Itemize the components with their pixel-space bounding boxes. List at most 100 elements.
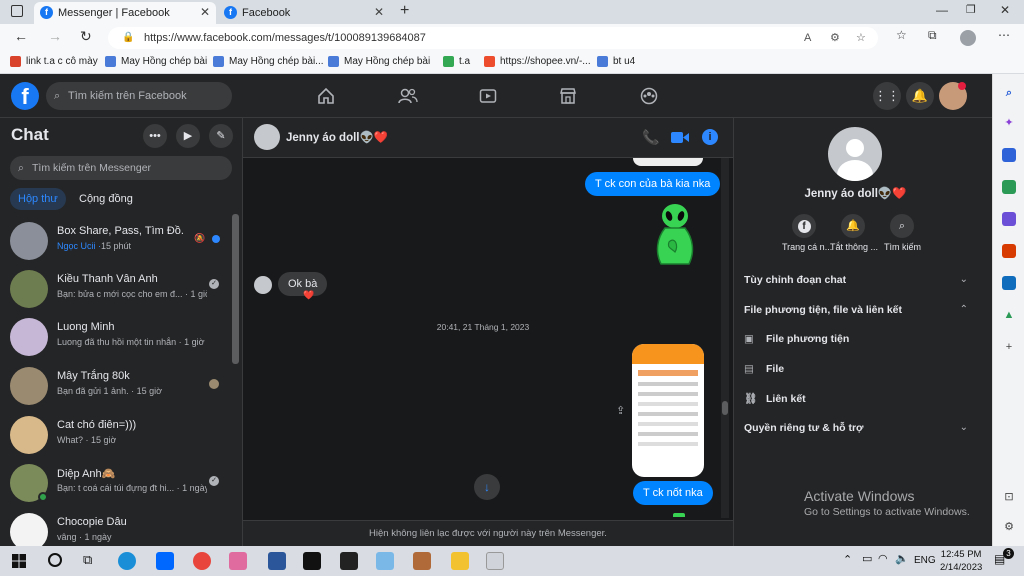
new-message-button[interactable]: ✎ <box>209 124 233 148</box>
chat-list-scrollbar[interactable] <box>232 214 239 364</box>
conversation-item[interactable]: Mây Trắng 80k Bạn đã gửi 1 ảnh. · 15 giờ <box>0 361 232 409</box>
folder-taskbar-icon[interactable] <box>451 552 469 570</box>
settings-icon[interactable]: ⚙ <box>1002 520 1016 534</box>
chevron-down-icon[interactable]: ⌄ <box>960 274 968 285</box>
shopping-icon[interactable] <box>1002 148 1016 162</box>
profile-avatar[interactable] <box>960 30 976 46</box>
games-icon[interactable] <box>1002 212 1016 226</box>
forward-arrow-icon[interactable]: → <box>48 28 62 44</box>
more-menu-icon[interactable]: ⋯ <box>998 28 1010 42</box>
tab-messenger[interactable]: f Messenger | Facebook ✕ <box>34 2 216 24</box>
media-files-links-row[interactable]: File phương tiện, file và liên kết <box>744 304 902 316</box>
tray-volume-icon[interactable]: 🔈 <box>895 552 909 565</box>
word-taskbar-icon[interactable] <box>268 552 286 570</box>
video-call-button[interactable]: ▶ <box>176 124 200 148</box>
messenger-search-input[interactable]: ⌕ Tìm kiếm trên Messenger <box>10 156 232 180</box>
chevron-up-icon[interactable]: ⌃ <box>960 304 968 315</box>
profile-avatar-large[interactable] <box>828 127 882 181</box>
clock[interactable]: 12:45 PM 2/14/2023 <box>940 549 982 573</box>
tools-icon[interactable] <box>1002 180 1016 194</box>
task-view-icon[interactable]: ⧉ <box>83 552 92 568</box>
capcut-taskbar-icon[interactable] <box>340 552 358 570</box>
scroll-down-button[interactable]: ↓ <box>474 474 500 500</box>
tiktok-taskbar-icon[interactable] <box>303 552 321 570</box>
outgoing-message[interactable]: T ck con của bà kia nka <box>585 172 721 196</box>
mute-action-button[interactable]: 🔔 <box>841 214 865 238</box>
menu-grid-button[interactable]: ⋮⋮ <box>873 82 901 110</box>
tree-icon[interactable]: ▲ <box>1002 308 1016 322</box>
outlook-icon[interactable] <box>1002 276 1016 290</box>
outgoing-message[interactable]: T ck nốt nka <box>633 481 713 505</box>
bookmark-item[interactable]: May Hồng chép bài... <box>213 56 324 67</box>
customize-chat-row[interactable]: Tùy chỉnh đoạn chat <box>744 274 846 286</box>
bookmark-item[interactable]: https://shopee.vn/-... <box>484 56 591 67</box>
info-icon[interactable]: i <box>702 129 718 145</box>
app-taskbar-icon[interactable] <box>376 552 394 570</box>
tab-inbox[interactable]: Hộp thư <box>10 188 66 210</box>
copilot-icon[interactable]: ✦ <box>1002 116 1016 130</box>
tab-actions-icon[interactable] <box>11 5 23 17</box>
read-aloud-icon[interactable]: A <box>804 27 811 49</box>
search-action-button[interactable]: ⌕ <box>890 214 914 238</box>
facebook-logo-icon[interactable]: f <box>11 82 39 110</box>
contact-avatar-small[interactable] <box>254 276 272 294</box>
share-icon[interactable]: ⇪ <box>616 404 625 417</box>
edge-taskbar-icon[interactable] <box>118 552 136 570</box>
chevron-down-icon[interactable]: ⌄ <box>960 422 968 433</box>
bookmark-item[interactable]: link t.a c cô mày <box>10 56 98 67</box>
bookmark-item[interactable]: May Hồng chép bài <box>328 56 430 67</box>
profile-action-button[interactable]: f <box>792 214 816 238</box>
favorites-icon[interactable]: ☆ <box>896 28 907 42</box>
bookmark-item[interactable]: May Hồng chép bài <box>105 56 207 67</box>
home-icon[interactable] <box>317 87 335 105</box>
split-screen-icon[interactable]: ⊡ <box>1002 490 1016 504</box>
alien-sticker[interactable] <box>647 202 703 268</box>
privacy-support-row[interactable]: Quyền riêng tư & hỗ trợ <box>744 422 864 434</box>
heart-reaction[interactable]: ❤️ <box>303 290 314 301</box>
search-circle-icon[interactable] <box>48 553 62 567</box>
app-taskbar-icon[interactable] <box>486 552 504 570</box>
close-window-button[interactable]: ✕ <box>1000 3 1010 17</box>
marketplace-icon[interactable] <box>559 87 577 105</box>
url-input[interactable]: 🔒 https://www.facebook.com/messages/t/10… <box>108 27 878 49</box>
new-tab-button[interactable]: + <box>400 2 409 20</box>
facebook-search-input[interactable]: ⌕ Tìm kiếm trên Facebook <box>46 82 232 110</box>
close-tab-icon[interactable]: ✕ <box>200 5 210 19</box>
tray-network-icon[interactable]: ▭ <box>862 552 872 565</box>
bookmark-item[interactable]: bt u4 <box>597 56 635 67</box>
contact-avatar[interactable] <box>254 124 280 150</box>
conversation-item[interactable]: Luong Minh Luong đã thu hồi một tin nhắn… <box>0 312 232 360</box>
links-row[interactable]: ⛓ Liên kết <box>744 392 806 406</box>
conversation-item[interactable]: Chocopie Dâu vâng · 1 ngày <box>0 507 232 546</box>
office-icon[interactable] <box>1002 244 1016 258</box>
language-indicator[interactable]: ENG <box>914 555 936 566</box>
tray-wifi-icon[interactable]: ◠ <box>878 552 888 565</box>
close-tab-icon[interactable]: ✕ <box>374 5 384 19</box>
collections-icon[interactable]: ⧉ <box>928 28 937 43</box>
video-call-icon[interactable] <box>671 131 689 144</box>
favorite-star-icon[interactable]: ☆ <box>856 27 866 49</box>
tab-facebook[interactable]: f Facebook ✕ <box>218 2 390 24</box>
image-message[interactable] <box>632 344 704 477</box>
windows-start-icon[interactable] <box>12 554 26 568</box>
media-row[interactable]: ▣ File phương tiện <box>744 333 849 345</box>
game-taskbar-icon[interactable] <box>413 552 431 570</box>
conversation-scrollbar[interactable] <box>721 158 729 518</box>
more-options-button[interactable]: ••• <box>143 124 167 148</box>
conversation-item[interactable]: Box Share, Pass, Tìm Đồ. Ngọc Ucii ·15 p… <box>0 216 232 264</box>
conversation-item[interactable]: Cat chó điên=))) What? · 15 giờ <box>0 410 232 458</box>
image-message-preview[interactable] <box>633 158 703 166</box>
notifications-bell-button[interactable]: 🔔 <box>906 82 934 110</box>
tab-community[interactable]: Cộng đồng <box>71 188 141 210</box>
restore-button[interactable]: ❐ <box>966 3 976 16</box>
bookmark-item[interactable]: t.a <box>443 56 470 67</box>
tray-chevron-icon[interactable]: ⌃ <box>843 553 852 566</box>
watch-icon[interactable] <box>479 87 497 105</box>
conversation-item[interactable]: Kiều Thanh Vân Anh Bạn: bửa c mới cọc ch… <box>0 264 232 312</box>
zalo-taskbar-icon[interactable] <box>156 552 174 570</box>
friends-icon[interactable] <box>398 87 418 105</box>
app-taskbar-icon[interactable] <box>229 552 247 570</box>
groups-icon[interactable] <box>640 87 658 105</box>
settings-icon[interactable]: ⚙ <box>830 27 840 49</box>
conversation-item[interactable]: Diệp Anh🙈 Bạn: t coá cái túi đựng đt hi.… <box>0 458 232 506</box>
